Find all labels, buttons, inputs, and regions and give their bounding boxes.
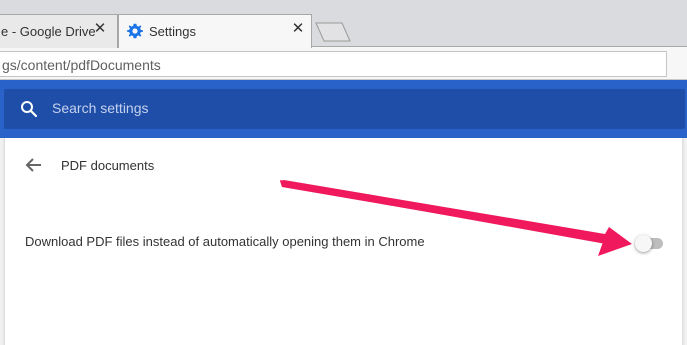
tab-label: e - Google Drive	[1, 24, 96, 39]
search-icon	[20, 100, 38, 118]
new-tab-icon[interactable]	[314, 22, 352, 42]
address-bar[interactable]: gs/content/pdfDocuments	[0, 51, 667, 77]
settings-card: PDF documents Download PDF files instead…	[4, 138, 683, 345]
settings-content: PDF documents Download PDF files instead…	[0, 138, 687, 345]
search-input[interactable]: Search settings	[4, 89, 685, 129]
download-pdf-toggle[interactable]	[635, 235, 665, 252]
tab-google-drive[interactable]: e - Google Drive ✕	[0, 14, 118, 48]
tab-label: Settings	[149, 24, 196, 39]
url-text: gs/content/pdfDocuments	[2, 57, 161, 73]
setting-label: Download PDF files instead of automatica…	[25, 234, 425, 249]
gear-icon	[127, 23, 143, 39]
close-icon[interactable]: ✕	[291, 21, 305, 36]
toggle-thumb	[635, 235, 652, 252]
back-arrow-icon[interactable]	[23, 154, 45, 176]
settings-header: Search settings	[0, 80, 687, 138]
browser-window: e - Google Drive ✕ Settings ✕ gs/content…	[0, 0, 687, 345]
tab-strip: e - Google Drive ✕ Settings ✕	[0, 0, 687, 48]
close-icon[interactable]: ✕	[93, 21, 107, 36]
tab-settings[interactable]: Settings ✕	[118, 14, 312, 48]
toolbar: gs/content/pdfDocuments	[0, 46, 687, 80]
page-title: PDF documents	[61, 158, 155, 173]
search-placeholder: Search settings	[52, 100, 149, 116]
